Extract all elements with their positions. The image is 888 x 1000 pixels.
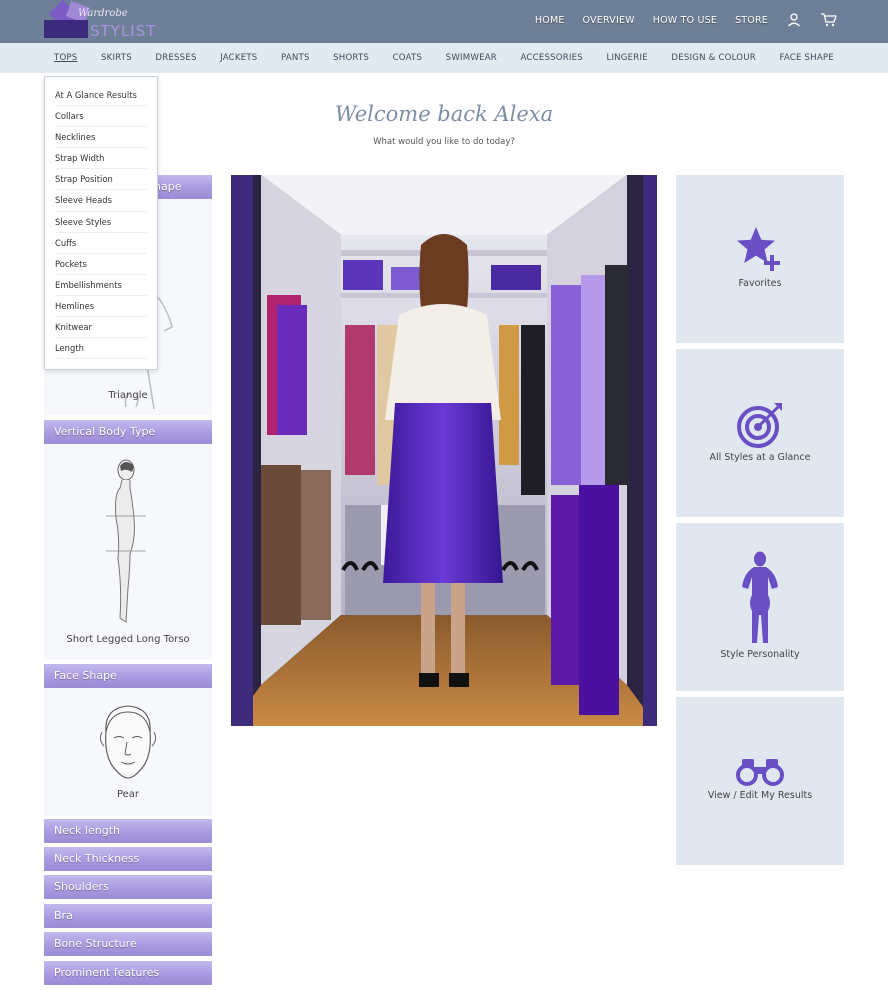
menu-item-necklines[interactable]: Necklines bbox=[55, 127, 147, 149]
menu-item-collars[interactable]: Collars bbox=[55, 106, 147, 128]
face-shape-heading[interactable]: Face Shape bbox=[44, 664, 212, 688]
menu-item-strap-width[interactable]: Strap Width bbox=[55, 148, 147, 170]
woman-silhouette-icon bbox=[742, 551, 778, 643]
cat-coats[interactable]: COATS bbox=[383, 53, 433, 63]
walk-in-closet-image bbox=[231, 175, 657, 726]
logo-shape bbox=[44, 20, 88, 38]
top-header: Wardrobe STYLIST HOME OVERVIEW HOW TO US… bbox=[0, 0, 888, 43]
view-edit-results-card[interactable]: View / Edit My Results bbox=[676, 697, 844, 865]
top-nav: HOME OVERVIEW HOW TO USE STORE bbox=[517, 12, 837, 28]
menu-item-pockets[interactable]: Pockets bbox=[55, 254, 147, 275]
star-plus-icon bbox=[737, 227, 780, 271]
cart-icon[interactable] bbox=[820, 12, 837, 28]
tops-dropdown-menu: At A Glance Results Collars Necklines St… bbox=[44, 76, 158, 370]
nav-home[interactable]: HOME bbox=[535, 15, 565, 26]
menu-item-knitwear[interactable]: Knitwear bbox=[55, 317, 147, 339]
welcome-subtitle: What would you like to do today? bbox=[373, 137, 515, 147]
binoculars-icon bbox=[736, 759, 784, 786]
view-edit-results-label: View / Edit My Results bbox=[707, 790, 813, 801]
nav-store[interactable]: STORE bbox=[735, 15, 768, 26]
face-sketch-icon bbox=[99, 705, 157, 779]
site-logo[interactable]: Wardrobe STYLIST bbox=[44, 0, 155, 40]
cat-tops[interactable]: TOPS bbox=[44, 53, 87, 63]
shoulders-heading[interactable]: Shoulders bbox=[44, 875, 212, 899]
menu-item-sleeve-styles[interactable]: Sleeve Styles bbox=[55, 212, 147, 233]
cat-jackets[interactable]: JACKETS bbox=[210, 53, 267, 63]
menu-item-length[interactable]: Length bbox=[55, 338, 147, 360]
bra-heading[interactable]: Bra bbox=[44, 904, 212, 928]
bone-structure-heading[interactable]: Bone Structure bbox=[44, 932, 212, 956]
cat-shorts[interactable]: SHORTS bbox=[323, 53, 379, 63]
cat-face-shape[interactable]: FACE SHAPE bbox=[769, 53, 843, 63]
cat-skirts[interactable]: SKIRTS bbox=[91, 53, 142, 63]
menu-item-hemlines[interactable]: Hemlines bbox=[55, 296, 147, 318]
logo-script: Wardrobe bbox=[78, 8, 128, 19]
prominent-features-heading[interactable]: Prominent features bbox=[44, 961, 212, 985]
all-styles-label: All Styles at a Glance bbox=[709, 452, 811, 463]
user-icon[interactable] bbox=[786, 12, 802, 28]
style-personality-card[interactable]: Style Personality bbox=[676, 523, 844, 691]
favorites-card[interactable]: Favorites bbox=[676, 175, 844, 343]
category-bar: TOPS SKIRTS DRESSES JACKETS PANTS SHORTS… bbox=[0, 43, 888, 73]
menu-item-strap-position[interactable]: Strap Position bbox=[55, 169, 147, 191]
logo-word: STYLIST bbox=[90, 22, 157, 40]
side-profile-figure-icon bbox=[106, 459, 146, 623]
cat-swimwear[interactable]: SWIMWEAR bbox=[436, 53, 507, 63]
welcome-title: Welcome back Alexa bbox=[334, 102, 554, 126]
nav-overview[interactable]: OVERVIEW bbox=[583, 15, 635, 26]
vertical-body-caption: Short Legged Long Torso bbox=[66, 634, 190, 645]
cat-pants[interactable]: PANTS bbox=[271, 53, 320, 63]
body-shape-caption: Triangle bbox=[108, 390, 148, 401]
nav-how-to-use[interactable]: HOW TO USE bbox=[653, 15, 717, 26]
target-icon bbox=[737, 403, 782, 448]
favorites-label: Favorites bbox=[738, 278, 782, 289]
face-shape-caption: Pear bbox=[116, 789, 140, 800]
all-styles-card[interactable]: All Styles at a Glance bbox=[676, 349, 844, 517]
menu-item-cuffs[interactable]: Cuffs bbox=[55, 233, 147, 254]
cat-lingerie[interactable]: LINGERIE bbox=[596, 53, 657, 63]
menu-item-at-a-glance[interactable]: At A Glance Results bbox=[55, 85, 147, 107]
menu-item-sleeve-heads[interactable]: Sleeve Heads bbox=[55, 190, 147, 212]
cat-design-colour[interactable]: DESIGN & COLOUR bbox=[661, 53, 766, 63]
vertical-body-card bbox=[44, 444, 212, 660]
cat-dresses[interactable]: DRESSES bbox=[145, 53, 206, 63]
neck-length-heading[interactable]: Neck length bbox=[44, 819, 212, 843]
style-personality-label: Style Personality bbox=[720, 649, 800, 660]
menu-item-embellishments[interactable]: Embellishments bbox=[55, 275, 147, 296]
vertical-body-heading[interactable]: Vertical Body Type bbox=[44, 420, 212, 444]
cat-accessories[interactable]: ACCESSORIES bbox=[510, 53, 592, 63]
neck-thickness-heading[interactable]: Neck Thickness bbox=[44, 847, 212, 871]
